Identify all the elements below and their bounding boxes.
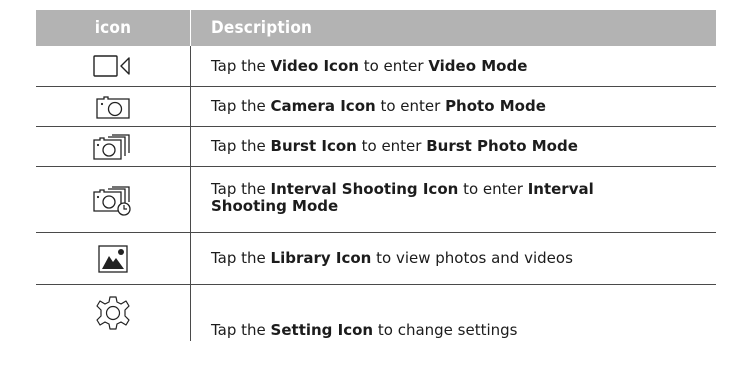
table-row: Tap the Setting Icon to change settings <box>36 285 716 341</box>
settings-icon <box>96 296 130 330</box>
feature-table: icon Description Tap the Video Icon to e… <box>36 10 716 341</box>
row-description: Tap the Interval Shooting Icon to enter … <box>211 180 594 215</box>
table-row: Tap the Burst Icon to enter Burst Photo … <box>36 127 716 167</box>
header-description-cell: Description <box>191 10 716 46</box>
table-row: Tap the Interval Shooting Icon to enter … <box>36 167 716 233</box>
table-header: icon Description <box>36 10 716 46</box>
table-row: Tap the Video Icon to enter Video Mode <box>36 46 716 87</box>
table-row: Tap the Camera Icon to enter Photo Mode <box>36 87 716 127</box>
header-icon-label: icon <box>94 18 132 38</box>
row-description: Tap the Camera Icon to enter Photo Mode <box>211 97 546 115</box>
table-row: Tap the Library Icon to view photos and … <box>36 233 716 285</box>
burst-icon <box>93 133 130 160</box>
interval-shooting-icon <box>93 185 131 216</box>
row-description: Tap the Video Icon to enter Video Mode <box>211 56 528 75</box>
row-description: Tap the Burst Icon to enter Burst Photo … <box>211 137 578 155</box>
video-camera-icon <box>93 55 130 77</box>
header-icon-cell: icon <box>36 10 191 46</box>
camera-icon <box>96 95 130 119</box>
header-description-label: Description <box>211 18 313 38</box>
row-description: Tap the Setting Icon to change settings <box>211 321 518 339</box>
library-icon <box>98 244 128 273</box>
row-description: Tap the Library Icon to view photos and … <box>211 249 573 267</box>
